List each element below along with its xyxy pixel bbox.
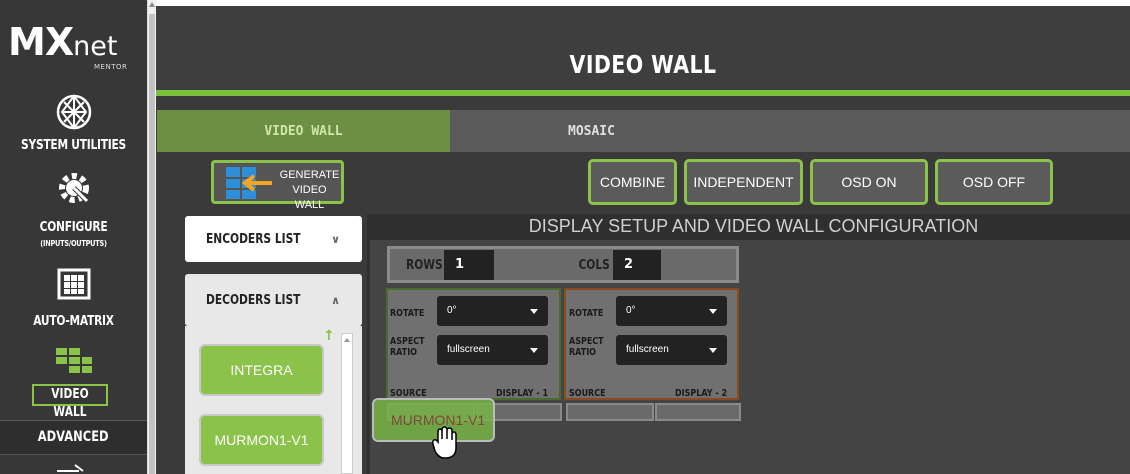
mxnet-logo: MXnet MENTOR (8, 20, 127, 71)
tab-mosaic[interactable]: MOSAIC (450, 110, 1130, 152)
videowall-icon[interactable] (0, 346, 147, 376)
caret-down-icon (530, 348, 538, 353)
nav-video-wall-label: VIDEO WALL (51, 387, 89, 420)
generate-grid-icon (226, 167, 272, 199)
sidebar: MXnet MENTOR SYSTEM UTILITIES CONFIGURE … (0, 0, 147, 474)
display-name: DISPLAY - 2 (675, 388, 740, 399)
generate-label: GENERATE VIDEO WALL (278, 168, 341, 213)
caret-down-icon (530, 309, 538, 314)
encoders-list-label: ENCODERS LIST (206, 231, 301, 247)
nav-advanced-label: ADVANCED (38, 429, 109, 445)
aspect-ratio-value: fullscreen (626, 344, 669, 355)
decoder-item[interactable]: INTEGRA (199, 344, 324, 396)
aspect-ratio-select[interactable]: fullscreen (616, 335, 727, 365)
rotate-select[interactable]: 0° (616, 296, 727, 326)
decoders-list-label: DECODERS LIST (206, 292, 301, 308)
decoder-item[interactable]: MURMON1-V1 (199, 414, 324, 466)
display-name-text: DISPLAY - 1 (496, 388, 549, 399)
grab-hand-cursor-icon (431, 426, 458, 465)
nav-configure[interactable]: CONFIGURE (INPUTS/OUTPUTS) (13, 220, 134, 250)
independent-button[interactable]: INDEPENDENT (684, 159, 803, 205)
chevron-down-icon: ∨ (331, 232, 340, 246)
aspect-label-line1: ASPECT (390, 336, 425, 347)
aspect-ratio-label: ASPECT RATIO (390, 336, 433, 358)
rows-label: ROWS (402, 258, 447, 273)
aspect-label-line2: RATIO (390, 347, 417, 358)
scroll-up-arrow-icon[interactable] (344, 338, 350, 342)
rotate-label: ROTATE (390, 308, 433, 319)
aspect-label-line2: RATIO (569, 347, 596, 358)
rotate-value: 0° (626, 305, 636, 316)
source-drop-slot[interactable] (566, 403, 654, 421)
source-drop-slot[interactable] (655, 403, 741, 421)
nav-auto-matrix[interactable]: AUTO-MATRIX (13, 314, 134, 329)
scroll-up-arrow-icon[interactable] (149, 2, 155, 7)
sort-up-arrow-icon[interactable]: ↑ (323, 328, 335, 344)
header: VIDEO WALL (156, 0, 1130, 90)
source-label-text: SOURCE (569, 388, 606, 399)
osd-on-button[interactable]: OSD ON (810, 159, 928, 205)
display-name: DISPLAY - 1 (496, 388, 561, 399)
osd-off-button[interactable]: OSD OFF (935, 159, 1053, 205)
encoders-list-toggle[interactable]: ENCODERS LIST ∨ (185, 216, 362, 262)
logo-net: net (73, 31, 118, 62)
rotate-label-text: ROTATE (569, 308, 604, 319)
rotate-select[interactable]: 0° (437, 296, 548, 326)
chevron-up-icon: ∧ (331, 293, 340, 307)
aspect-label-line1: ASPECT (569, 336, 604, 347)
gear-icon[interactable] (0, 168, 147, 208)
caret-down-icon (709, 348, 717, 353)
rotate-label: ROTATE (569, 308, 612, 319)
source-label: SOURCE (569, 388, 615, 399)
logo-mx: MX (8, 20, 74, 64)
scroll-thumb[interactable] (149, 14, 155, 474)
grid-icon[interactable] (0, 268, 147, 300)
tab-video-wall[interactable]: VIDEO WALL (157, 110, 450, 152)
logo-mentor: MENTOR (94, 63, 128, 71)
decoders-scrollbar[interactable] (341, 333, 353, 474)
generate-label-line1: GENERATE (279, 169, 340, 181)
aspect-ratio-label: ASPECT RATIO (569, 336, 612, 358)
nav-system-utilities[interactable]: SYSTEM UTILITIES (13, 138, 134, 153)
cols-label: COLS (575, 258, 613, 273)
rows-label-text: ROWS (406, 258, 443, 273)
cols-input[interactable]: 2 (613, 250, 661, 280)
network-globe-icon[interactable] (0, 92, 147, 132)
aspect-ratio-value: fullscreen (447, 344, 490, 355)
page-title: VIDEO WALL (569, 50, 717, 79)
rotate-value: 0° (447, 305, 457, 316)
nav-advanced[interactable]: ADVANCED (0, 420, 147, 455)
generate-label-line2: VIDEO WALL (292, 184, 327, 211)
nav-video-wall[interactable]: VIDEO WALL (32, 384, 108, 420)
config-title: DISPLAY SETUP AND VIDEO WALL CONFIGURATI… (528, 216, 979, 236)
rotate-label-text: ROTATE (390, 308, 425, 319)
nav-configure-sub: (INPUTS/OUTPUTS) (40, 239, 107, 248)
nav-configure-label: CONFIGURE (39, 220, 108, 235)
combine-button[interactable]: COMBINE (588, 159, 677, 205)
generate-video-wall-button[interactable]: GENERATE VIDEO WALL (211, 160, 344, 211)
aspect-ratio-select[interactable]: fullscreen (437, 335, 548, 365)
sidebar-scrollbar[interactable] (147, 0, 156, 474)
cols-label-text: COLS (578, 258, 610, 273)
caret-down-icon (709, 309, 717, 314)
display-name-text: DISPLAY - 2 (675, 388, 728, 399)
rows-input[interactable]: 1 (444, 250, 494, 280)
decoders-list-toggle[interactable]: DECODERS LIST ∧ (185, 274, 362, 326)
arrow-icon[interactable] (55, 462, 91, 474)
